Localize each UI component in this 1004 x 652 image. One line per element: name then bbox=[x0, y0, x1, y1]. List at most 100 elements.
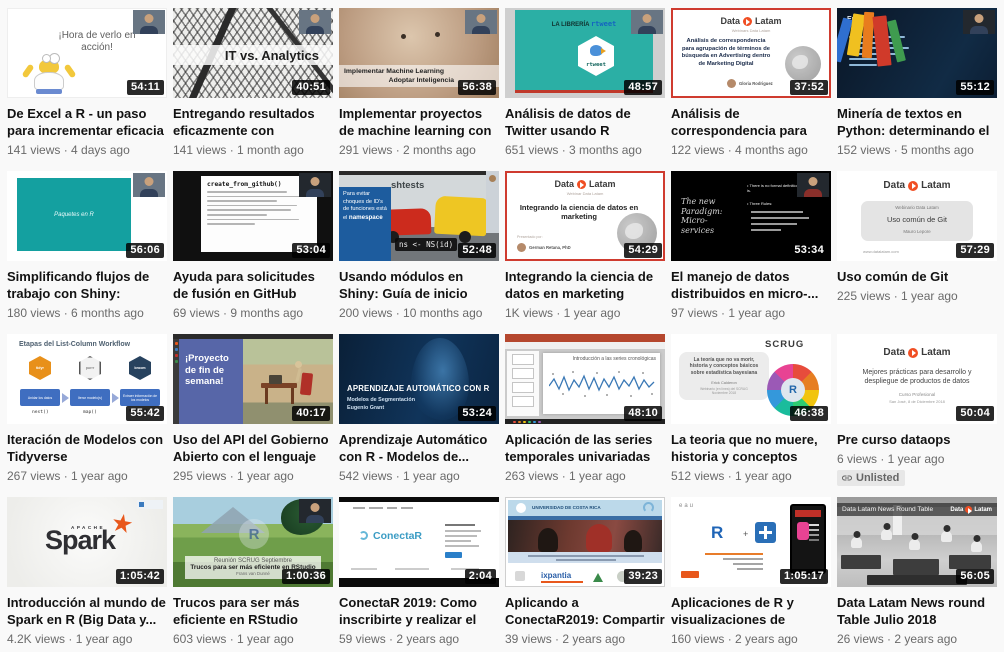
car-wheel bbox=[459, 231, 471, 243]
video-thumbnail[interactable]: Data Latam News Round Table Data Latam 5… bbox=[837, 497, 997, 587]
video-meta: 39 views · 2 years ago bbox=[505, 632, 665, 646]
hex-label: rtweet bbox=[578, 62, 614, 68]
slide-thumb bbox=[512, 354, 534, 365]
video-meta: 291 views · 2 months ago bbox=[339, 143, 499, 157]
data-latam-logo: Data Latam bbox=[837, 180, 997, 191]
video-title[interactable]: Minería de textos en Python: determinand… bbox=[837, 105, 997, 139]
presenter-name: Gloria Rodriguez bbox=[739, 81, 773, 86]
thumb-caption: Paquetes en R bbox=[54, 212, 94, 218]
video-meta: 97 views · 1 year ago bbox=[671, 306, 831, 320]
video-card: Data Latam Webinar Data Latam Integrando… bbox=[505, 171, 665, 334]
video-title[interactable]: Aplicaciones de R y visualizaciones de T… bbox=[671, 594, 831, 628]
video-thumbnail[interactable]: Etapas del List-Column Workflow tidyr pu… bbox=[7, 334, 167, 424]
video-card: ConectaR 2:04 ConectaR 2019: Como inscri… bbox=[339, 497, 499, 652]
video-thumbnail[interactable]: Entonces... 55:12 bbox=[837, 8, 997, 98]
text-line-bar bbox=[751, 223, 797, 225]
play-icon bbox=[908, 181, 918, 191]
video-title[interactable]: El manejo de datos distribuidos en micro… bbox=[671, 268, 831, 302]
video-card: Introducción a las series cronológicas O… bbox=[505, 334, 665, 497]
text-line-bar bbox=[751, 211, 803, 213]
duration-badge: 48:57 bbox=[624, 80, 662, 95]
video-title[interactable]: Introducción al mundo de Spark en R (Big… bbox=[7, 594, 167, 628]
video-title[interactable]: De Excel a R - un paso para incrementar … bbox=[7, 105, 167, 139]
video-title[interactable]: Integrando la ciencia de datos en market… bbox=[505, 268, 665, 302]
video-title[interactable]: Uso del API del Gobierno Abierto con el … bbox=[173, 431, 333, 465]
video-meta: 267 views · 1 year ago bbox=[7, 469, 167, 483]
video-thumbnail[interactable]: shtests Para evitar choques de ID's de f… bbox=[339, 171, 499, 261]
video-thumbnail[interactable]: eau R + 1:05:17 bbox=[671, 497, 831, 587]
video-thumbnail[interactable]: APACHE Spark ★ 1:05:42 bbox=[7, 497, 167, 587]
logo-text: Latam bbox=[921, 347, 950, 358]
presenter-avatar bbox=[517, 243, 526, 252]
video-meta: 180 views · 6 months ago bbox=[7, 306, 167, 320]
video-title[interactable]: Análisis de datos de Twitter usando R bbox=[505, 105, 665, 139]
video-thumbnail[interactable]: create_from_github() 53:04 bbox=[173, 171, 333, 261]
video-thumbnail[interactable]: Introducción a las series cronológicas O… bbox=[505, 334, 665, 424]
unlisted-badge: Unlisted bbox=[837, 470, 905, 486]
video-thumbnail[interactable]: R Reunión SCRUG Septiembre Trucos para s… bbox=[173, 497, 333, 587]
video-thumbnail[interactable]: Paquetes en R 56:06 bbox=[7, 171, 167, 261]
duration-badge: 53:34 bbox=[790, 243, 828, 258]
video-thumbnail[interactable]: LA LIBRERÍA rtweet rtweet 48:57 bbox=[505, 8, 665, 98]
video-title[interactable]: La teoria que no muere, historia y conce… bbox=[671, 431, 831, 465]
video-thumbnail[interactable]: Data Latam Webinars Data Latam Análisis … bbox=[671, 8, 831, 98]
video-thumbnail[interactable]: Data Latam Webinar Data Latam Integrando… bbox=[505, 171, 665, 261]
video-title[interactable]: Uso común de Git bbox=[837, 268, 997, 285]
link-text-bar bbox=[705, 553, 763, 555]
video-title[interactable]: Trucos para ser más eficiente en RStudio bbox=[173, 594, 333, 628]
video-card: LA LIBRERÍA rtweet rtweet 48:57 Análisis… bbox=[505, 8, 665, 171]
time-series-chart bbox=[549, 366, 657, 404]
data-latam-logo: Data Latam bbox=[671, 16, 831, 26]
thumb-heading: The new Paradigm: Micro- services bbox=[681, 197, 722, 235]
video-thumbnail[interactable]: UNIVERSIDAD DE COSTA RICA ixpantia 39:23 bbox=[505, 497, 665, 587]
play-icon bbox=[965, 506, 972, 513]
video-thumbnail[interactable]: IT vs. Analytics 40:51 bbox=[173, 8, 333, 98]
video-thumbnail[interactable]: The new Paradigm: Micro- services • Ther… bbox=[671, 171, 831, 261]
video-thumbnail[interactable]: ¡Hora de verlo en acción! 54:11 bbox=[7, 8, 167, 98]
video-thumbnail[interactable]: SCRUG La teoría que no va morir, histori… bbox=[671, 334, 831, 424]
video-card: SCRUG La teoría que no va morir, histori… bbox=[671, 334, 831, 497]
text-line-bar bbox=[751, 229, 781, 231]
video-meta: 160 views · 2 years ago bbox=[671, 632, 831, 646]
video-title[interactable]: Aprendizaje Automático con R - Modelos d… bbox=[339, 431, 499, 465]
r-logo: R bbox=[711, 523, 723, 543]
video-thumbnail[interactable]: Data Latam Webinario Data Latam Uso comú… bbox=[837, 171, 997, 261]
purrr-hex-icon: purrr bbox=[79, 356, 101, 380]
video-thumbnail[interactable]: ¡Proyecto de fin de semana! 40:17 bbox=[173, 334, 333, 424]
video-thumbnail[interactable]: APRENDIZAJE AUTOMÁTICO CON R Modelos de … bbox=[339, 334, 499, 424]
duration-badge: 50:04 bbox=[956, 406, 994, 421]
duration-badge: 52:48 bbox=[458, 243, 496, 258]
video-title[interactable]: Pre curso dataops bbox=[837, 431, 997, 448]
video-title[interactable]: Simplificando flujos de trabajo con Shin… bbox=[7, 268, 167, 302]
tableau-logo bbox=[755, 522, 776, 543]
duration-badge: 55:42 bbox=[126, 406, 164, 421]
video-title[interactable]: Análisis de correspondencia para agrupac… bbox=[671, 105, 831, 139]
video-thumbnail[interactable]: Implementar Machine Learning Adoptar Int… bbox=[339, 8, 499, 98]
link-icon bbox=[841, 472, 853, 484]
video-title[interactable]: ConectaR 2019: Como inscribirte y realiz… bbox=[339, 594, 499, 628]
banner-text: Data Latam News Round Table bbox=[842, 506, 933, 513]
website-url: www.datalatam.com bbox=[863, 249, 899, 254]
video-title[interactable]: Ayuda para solicitudes de fusión en GitH… bbox=[173, 268, 333, 302]
video-thumbnail[interactable]: Data Latam Mejores prácticas para desarr… bbox=[837, 334, 997, 424]
video-thumbnail[interactable]: ConectaR 2:04 bbox=[339, 497, 499, 587]
video-title[interactable]: Entregando resultados eficazmente con RS… bbox=[173, 105, 333, 139]
red-chair bbox=[300, 372, 313, 395]
robot-eye bbox=[435, 32, 440, 37]
ixpantia-underline bbox=[541, 581, 583, 583]
powerpoint-title-bar bbox=[505, 334, 665, 342]
video-title[interactable]: Data Latam News round Table Julio 2018 bbox=[837, 594, 997, 628]
video-title[interactable]: Usando módulos en Shiny: Guía de inicio … bbox=[339, 268, 499, 302]
video-title[interactable]: Aplicación de las series temporales univ… bbox=[505, 431, 665, 465]
video-title[interactable]: Aplicando a ConectaR2019: Compartir la e… bbox=[505, 594, 665, 628]
video-title[interactable]: Iteración de Modelos con Tidyverse bbox=[7, 431, 167, 465]
webcam-overlay-icon bbox=[299, 10, 331, 34]
powerpoint-ribbon bbox=[505, 342, 665, 349]
thumb-text-line: The new bbox=[681, 197, 722, 207]
thumb-text-line: Micro- bbox=[681, 216, 722, 226]
video-meta: 69 views · 9 months ago bbox=[173, 306, 333, 320]
apache-label: APACHE bbox=[71, 525, 105, 530]
thumb-text-line: services bbox=[681, 226, 722, 236]
duration-badge: 54:11 bbox=[127, 80, 164, 95]
video-title[interactable]: Implementar proyectos de machine learnin… bbox=[339, 105, 499, 139]
